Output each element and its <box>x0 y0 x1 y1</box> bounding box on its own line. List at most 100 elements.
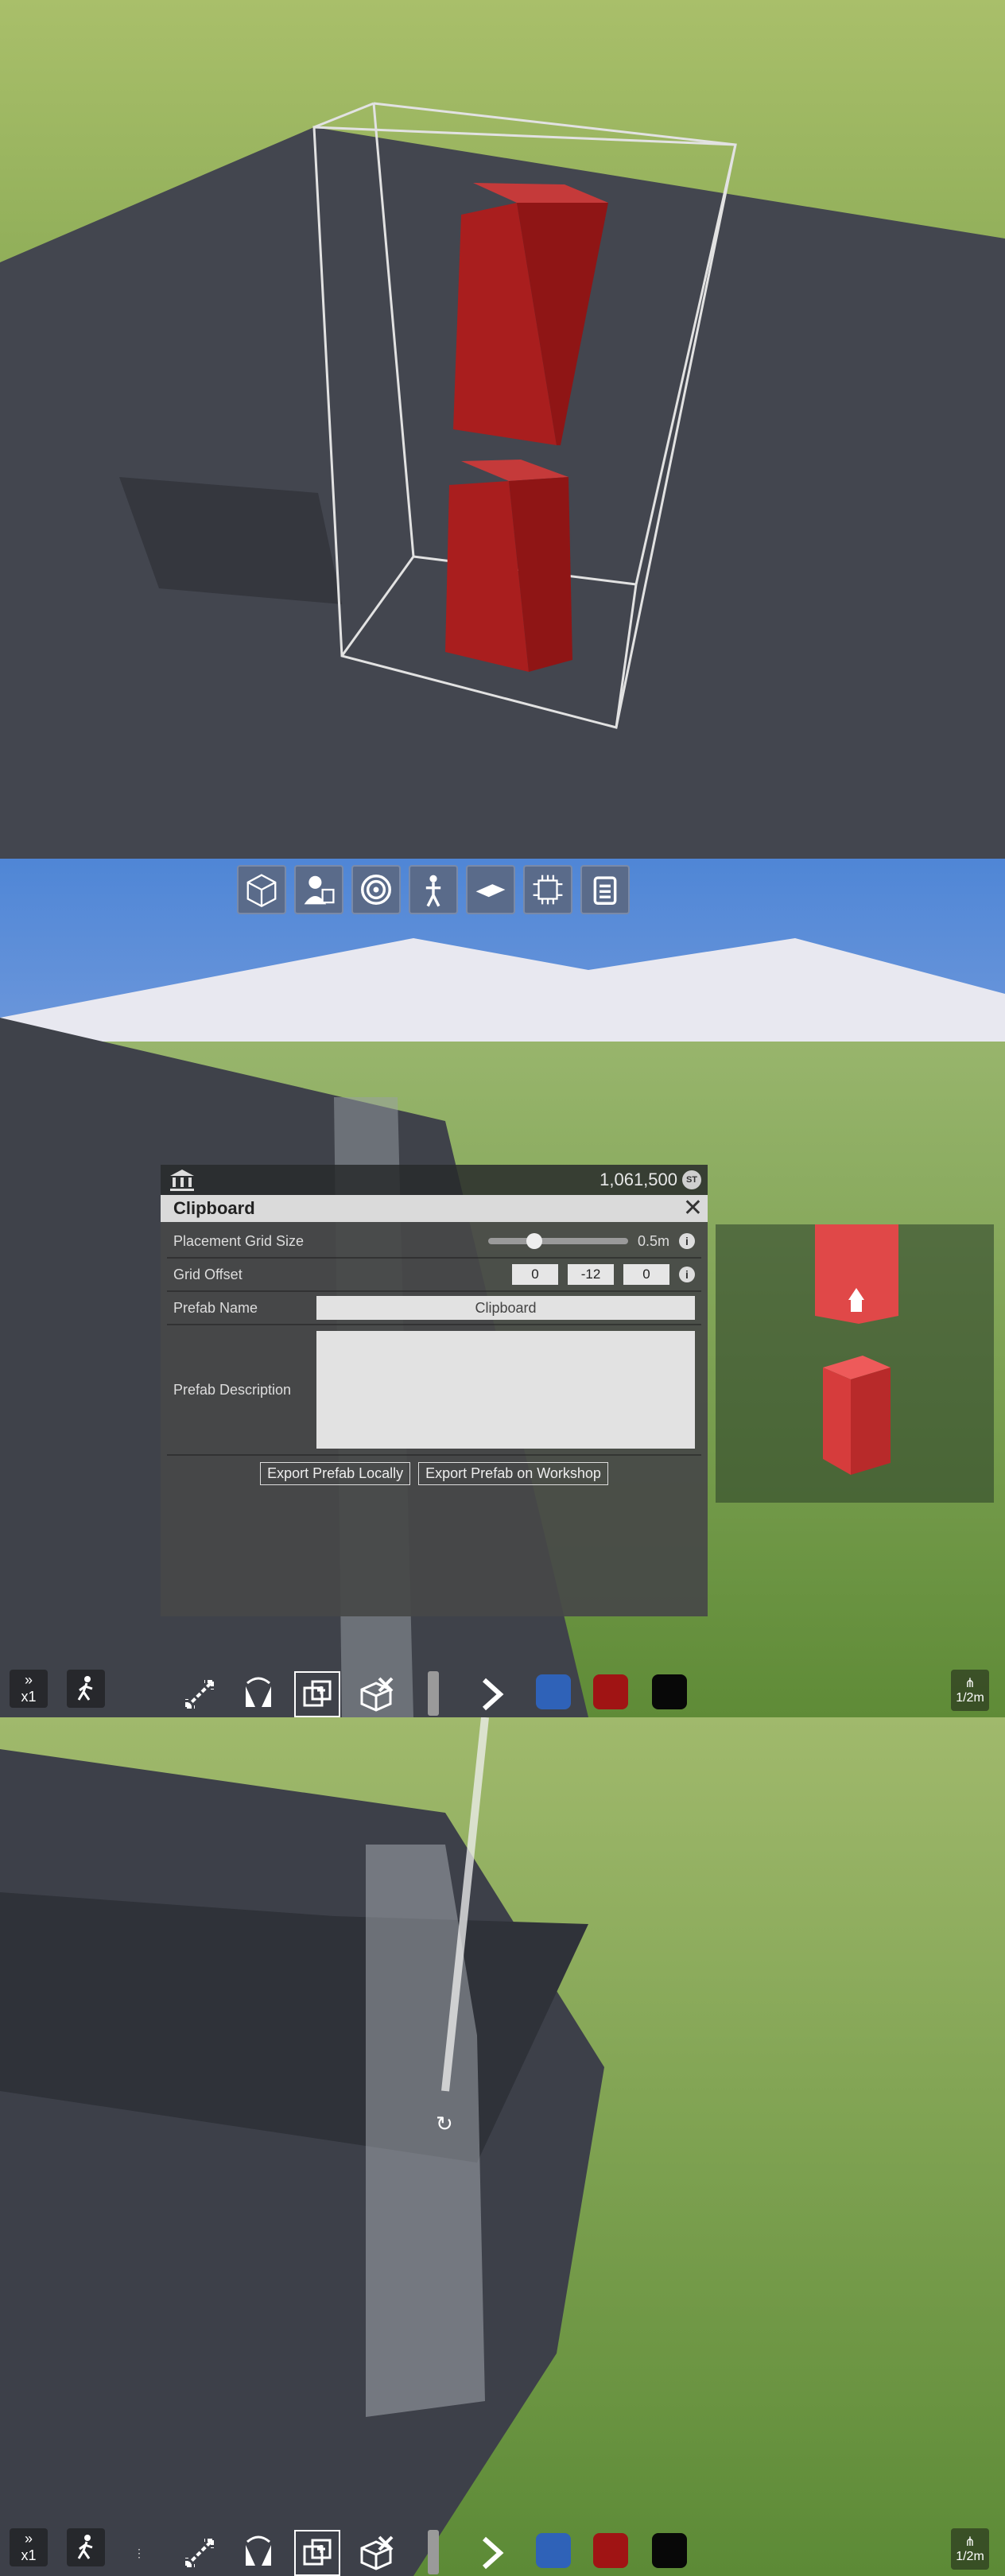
grid-icon: ⋔ <box>964 1677 976 1690</box>
move-tool[interactable] <box>177 1671 223 1717</box>
grid-size-indicator[interactable]: ⋔ 1/2m <box>951 1670 989 1711</box>
color-swatch-red[interactable] <box>593 2533 628 2568</box>
platform-icon <box>475 884 506 898</box>
clipboard-panel: 1,061,500 ST Clipboard ✕ Placement Grid S… <box>161 1165 708 1616</box>
rotate-mirror-icon <box>246 2535 271 2566</box>
grid-offset-x-input[interactable]: 0 <box>512 1264 558 1285</box>
grid-offset-y-input[interactable]: -12 <box>568 1264 614 1285</box>
color-swatch-black[interactable] <box>652 2533 687 2568</box>
clipboard-tool[interactable] <box>580 865 630 914</box>
scene-3-render: ↻ <box>0 1717 1005 2576</box>
speed-label: x1 <box>21 2547 37 2563</box>
export-buttons: Export Prefab Locally Export Prefab on W… <box>167 1456 701 1491</box>
grid-size-value: 0.5m <box>637 1232 669 1249</box>
grid-offset-z-input[interactable]: 0 <box>623 1264 669 1285</box>
preview-render <box>815 1224 898 1475</box>
next-arrow[interactable] <box>469 2530 515 2576</box>
cube-icon <box>246 874 277 908</box>
panel-title: Clipboard <box>173 1198 255 1218</box>
divider-bar <box>428 2530 439 2574</box>
dots-icon: ⋮ <box>134 2546 145 2559</box>
prefab-description-row: Prefab Description <box>167 1325 701 1456</box>
grid-offset-label: Grid Offset <box>173 1266 243 1282</box>
prefab-name-input[interactable]: Clipboard <box>316 1296 695 1320</box>
grid-size-row: Placement Grid Size 0.5m i <box>167 1225 701 1259</box>
chip-tool[interactable] <box>523 865 572 914</box>
copy-icon <box>303 2539 332 2566</box>
build-toolbar <box>237 865 630 914</box>
info-icon[interactable]: i <box>679 1267 695 1282</box>
red-block-bottom <box>445 460 572 672</box>
export-workshop-button[interactable]: Export Prefab on Workshop <box>418 1461 608 1485</box>
move-icon <box>185 2539 214 2567</box>
panel-title-bar: Clipboard ✕ <box>161 1195 708 1222</box>
scene-1-render <box>0 0 1005 859</box>
viewport-scene-1 <box>0 0 1005 859</box>
prefab-name-row: Prefab Name Clipboard <box>167 1292 701 1325</box>
cube-tool[interactable] <box>237 865 286 914</box>
currency-bar: 1,061,500 ST <box>161 1165 708 1195</box>
grid-icon: ⋔ <box>964 2535 976 2549</box>
grid-size-label: 1/2m <box>956 2550 984 2563</box>
color-swatch-blue[interactable] <box>536 1674 571 1709</box>
close-icon[interactable]: ✕ <box>683 1197 703 1220</box>
walk-icon <box>77 1676 93 1701</box>
grid-size-slider[interactable] <box>487 1233 628 1249</box>
speed-button[interactable]: » x1 <box>10 1670 48 1708</box>
rig-tool[interactable] <box>409 865 458 914</box>
walk-button[interactable] <box>67 2528 105 2566</box>
delete-tool[interactable] <box>353 1671 399 1717</box>
clipboard-icon <box>593 876 617 905</box>
rotate-tool[interactable] <box>235 2530 281 2576</box>
color-swatch-black[interactable] <box>652 1674 687 1709</box>
speed-button[interactable]: » x1 <box>10 2528 48 2566</box>
speed-label: x1 <box>21 1689 37 1705</box>
viewport-scene-2: 1,061,500 ST Clipboard ✕ Placement Grid S… <box>0 859 1005 1717</box>
color-swatch-blue[interactable] <box>536 2533 571 2568</box>
divider-bar <box>428 1671 439 1716</box>
info-icon[interactable]: i <box>679 1233 695 1249</box>
next-arrow[interactable] <box>469 1671 515 1717</box>
grid-size-label: 1/2m <box>956 1691 984 1705</box>
prefab-preview <box>716 1224 994 1503</box>
chevron-right-icon <box>482 2536 504 2570</box>
slider-knob[interactable] <box>526 1233 542 1249</box>
export-locally-button[interactable]: Export Prefab Locally <box>260 1461 411 1485</box>
coin-icon: ST <box>682 1170 701 1189</box>
prefab-description-label: Prefab Description <box>173 1381 292 1398</box>
rotate-arrow-icon: ↻ <box>436 2112 453 2136</box>
fast-forward-icon: » <box>24 2531 33 2547</box>
delete-tool[interactable] <box>353 2530 399 2576</box>
chevron-right-icon <box>482 1678 504 1711</box>
prefab-name-label: Prefab Name <box>173 1299 258 1316</box>
target-tool[interactable] <box>351 865 401 914</box>
bottom-hud-2: » x1 ⋮ ⋔ 1/2m <box>0 2514 1005 2576</box>
bank-icon <box>170 1170 194 1191</box>
viewport-scene-3: ↻ » x1 ⋮ ⋔ 1/2m <box>0 1717 1005 2576</box>
chip-icon <box>533 875 563 905</box>
delete-block-icon <box>360 2535 394 2570</box>
copy-tool[interactable] <box>294 2530 340 2576</box>
currency-value: 1,061,500 <box>600 1170 677 1189</box>
walk-icon <box>77 2535 93 2559</box>
copy-icon <box>303 1680 332 1707</box>
grid-size-indicator[interactable]: ⋔ 1/2m <box>951 2528 989 2570</box>
rig-icon <box>425 875 441 907</box>
bottom-hud: » x1 ⋔ 1/2m <box>0 1655 1005 1717</box>
walk-button[interactable] <box>67 1670 105 1708</box>
rotate-tool[interactable] <box>235 1671 281 1717</box>
platform-tool[interactable] <box>466 865 515 914</box>
panel-body: Placement Grid Size 0.5m i Grid Offset 0… <box>161 1222 708 1616</box>
character-tool[interactable] <box>294 865 343 914</box>
grid-offset-row: Grid Offset 0 -12 0 i <box>167 1259 701 1292</box>
rotate-mirror-icon <box>246 1677 271 1707</box>
fast-forward-icon: » <box>24 1672 33 1688</box>
copy-tool[interactable] <box>294 1671 340 1717</box>
color-swatch-red[interactable] <box>593 1674 628 1709</box>
delete-block-icon <box>360 1677 394 1712</box>
prefab-description-input[interactable] <box>316 1331 695 1449</box>
character-icon <box>304 875 335 905</box>
target-icon <box>361 875 391 905</box>
move-tool[interactable] <box>177 2530 223 2576</box>
more-dots[interactable]: ⋮ <box>127 2530 151 2576</box>
